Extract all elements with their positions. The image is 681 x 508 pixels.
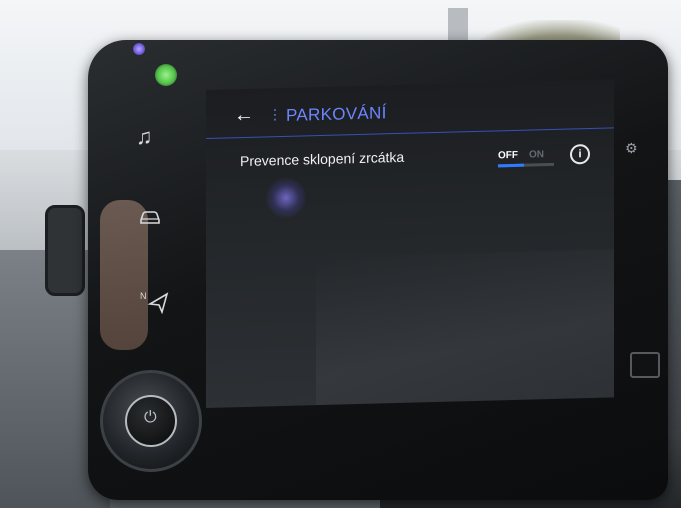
vertical-dots-icon[interactable]: ⋮ bbox=[268, 106, 282, 123]
mirror-fold-toggle[interactable]: OFF ON bbox=[498, 149, 554, 168]
power-icon: ⏻ bbox=[144, 409, 157, 426]
right-side-controls: ⚙ bbox=[625, 140, 638, 207]
toggle-on-label: ON bbox=[529, 149, 544, 161]
display-screen: ← ⋮ PARKOVÁNÍ Prevence sklopení zrcátka … bbox=[206, 79, 614, 408]
light-flare bbox=[133, 43, 145, 55]
settings-icon[interactable]: ⚙ bbox=[625, 140, 638, 157]
page-title: PARKOVÁNÍ bbox=[286, 103, 387, 125]
volume-knob[interactable]: ⏻ bbox=[100, 370, 202, 472]
navigation-icon-graphic: N bbox=[140, 291, 169, 315]
usb-port[interactable] bbox=[630, 352, 660, 378]
info-icon[interactable]: i bbox=[570, 143, 590, 165]
screen-reflection bbox=[316, 249, 614, 408]
light-glare bbox=[266, 177, 306, 219]
status-led bbox=[155, 64, 177, 86]
setting-label-mirror-fold: Prevence sklopení zrcátka bbox=[240, 148, 405, 170]
car-icon[interactable] bbox=[138, 208, 162, 230]
music-note-icon[interactable]: ♫ bbox=[136, 126, 153, 148]
car-icon-graphic bbox=[140, 211, 160, 224]
toggle-off-label: OFF bbox=[498, 149, 518, 162]
header-bar: ← ⋮ PARKOVÁNÍ bbox=[206, 79, 614, 139]
toggle-indicator bbox=[498, 163, 524, 168]
navigation-icon[interactable]: N bbox=[140, 290, 170, 318]
air-vent bbox=[45, 205, 85, 296]
arrow-left-icon[interactable]: ← bbox=[234, 104, 254, 127]
power-button[interactable]: ⏻ bbox=[125, 395, 177, 447]
svg-text:N: N bbox=[140, 291, 147, 301]
